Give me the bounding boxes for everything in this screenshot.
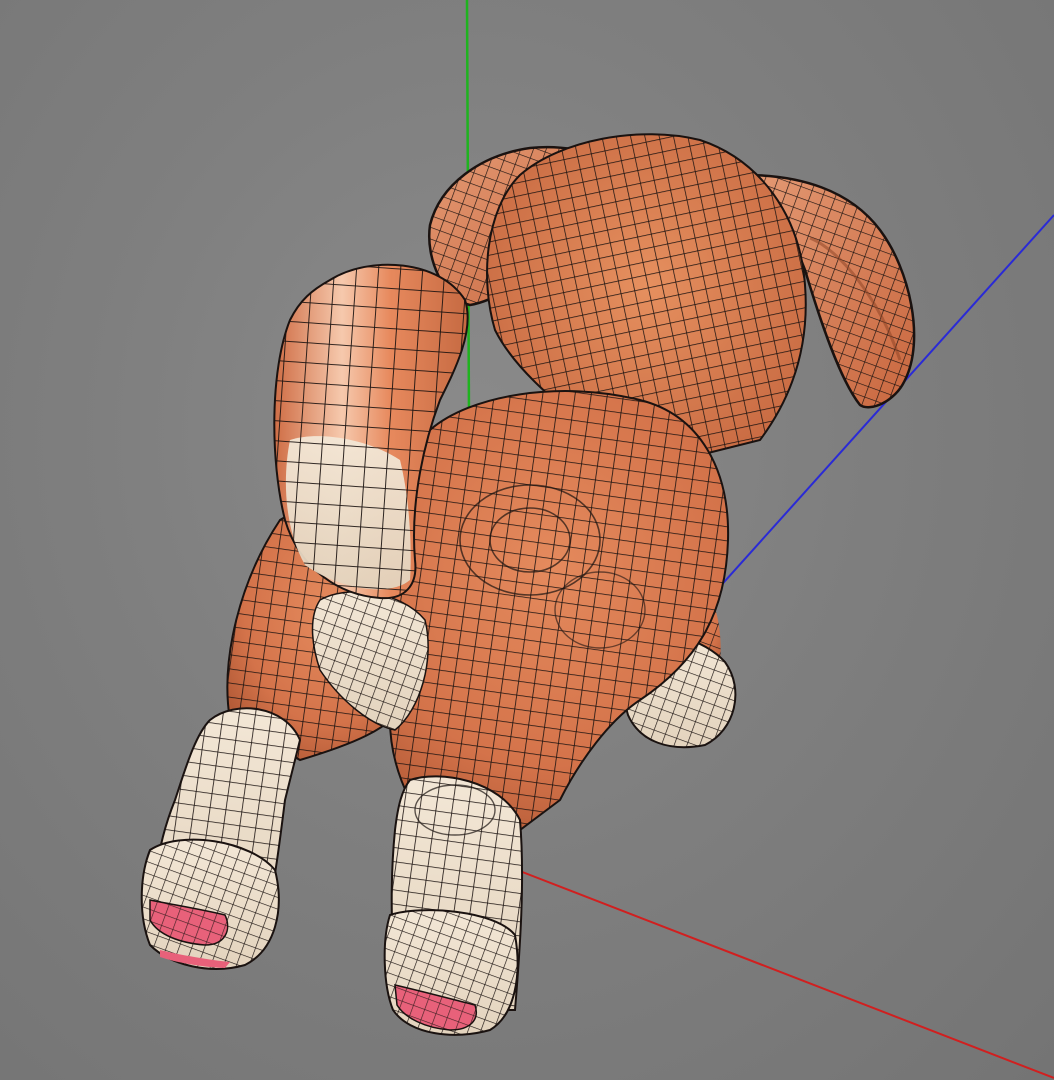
axis-x-line <box>511 867 1054 1079</box>
leg-back-center <box>383 775 524 1036</box>
viewport-scene <box>140 0 1054 1079</box>
3d-viewport[interactable] <box>0 0 1054 1080</box>
